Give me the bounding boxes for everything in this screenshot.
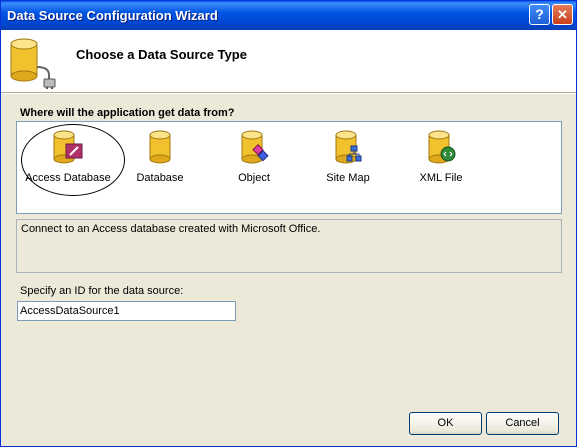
type-item-site-map[interactable]: Site Map	[298, 126, 398, 196]
cancel-button[interactable]: Cancel	[486, 412, 559, 435]
access-database-icon	[53, 130, 83, 164]
type-item-access-database[interactable]: Access Database	[18, 124, 125, 196]
type-label-xml-file: XML File	[419, 172, 463, 184]
close-button[interactable]: ✕	[552, 4, 573, 25]
wizard-header: Choose a Data Source Type	[1, 30, 576, 92]
type-description: Connect to an Access database created wi…	[16, 219, 562, 273]
type-item-database[interactable]: Database	[110, 126, 210, 196]
type-label-site-map: Site Map	[326, 172, 370, 184]
help-button[interactable]: ?	[529, 4, 550, 25]
id-label: Specify an ID for the data source:	[20, 285, 184, 297]
title-bar[interactable]: Data Source Configuration Wizard ? ✕	[1, 1, 576, 30]
data-source-question-label: Where will the application get data from…	[20, 107, 235, 119]
ok-button[interactable]: OK	[409, 412, 482, 435]
window-title: Data Source Configuration Wizard	[7, 8, 218, 23]
wizard-window: Data Source Configuration Wizard ? ✕ Cho…	[0, 0, 577, 447]
type-label-access-database: Access Database	[25, 172, 111, 184]
header-divider	[1, 92, 576, 94]
type-label-database: Database	[136, 172, 184, 184]
object-icon	[241, 130, 269, 164]
database-icon	[149, 130, 171, 164]
site-map-icon	[335, 130, 362, 164]
type-item-object[interactable]: Object	[204, 126, 304, 196]
type-item-xml-file[interactable]: XML File	[391, 126, 491, 196]
type-label-object: Object	[238, 172, 270, 184]
data-source-id-input[interactable]	[17, 301, 236, 321]
xml-file-icon	[428, 130, 456, 164]
page-title: Choose a Data Source Type	[76, 47, 247, 62]
data-source-plug-icon	[10, 38, 56, 89]
data-source-type-list: Access Database Database Object Site Map…	[16, 121, 562, 214]
